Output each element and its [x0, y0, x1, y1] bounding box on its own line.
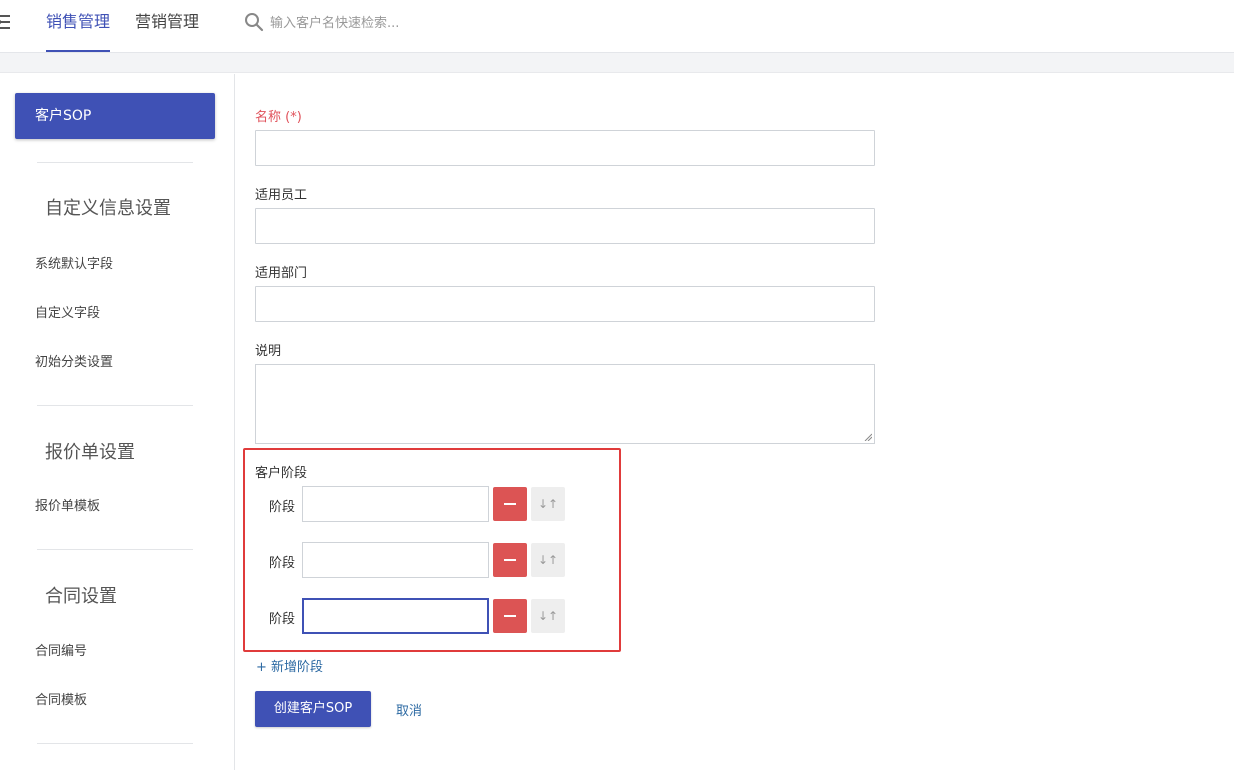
top-navbar: 销售管理 营销管理: [0, 0, 1234, 53]
sidebar-divider: [37, 743, 193, 744]
search-icon: [245, 13, 264, 32]
staff-input[interactable]: [255, 208, 875, 244]
minus-icon: [504, 615, 516, 617]
name-label: 名称 (*): [255, 110, 302, 125]
staff-label: 适用员工: [255, 188, 308, 203]
description-label: 说明: [255, 344, 282, 359]
sidebar-item-contract-number[interactable]: 合同编号: [35, 640, 87, 659]
tab-sales-management[interactable]: 销售管理: [46, 0, 110, 52]
content-header-band: [0, 53, 1234, 73]
description-textarea[interactable]: [255, 364, 875, 444]
name-input[interactable]: [255, 130, 875, 166]
stage-input-3[interactable]: [302, 598, 489, 634]
resize-grip-icon[interactable]: [864, 433, 872, 441]
sidebar-divider: [37, 405, 193, 406]
menu-toggle-icon[interactable]: [0, 14, 14, 30]
sidebar-divider: [37, 549, 193, 550]
sidebar-heading-quotation: 报价单设置: [45, 442, 135, 463]
customer-search-input[interactable]: [270, 10, 530, 36]
sort-icon: ↓↑: [537, 609, 559, 623]
remove-stage-button[interactable]: [493, 599, 527, 633]
minus-icon: [504, 559, 516, 561]
sidebar-item-contract-template[interactable]: 合同模板: [35, 689, 87, 708]
sort-icon: ↓↑: [537, 553, 559, 567]
sidebar-item-quotation-template[interactable]: 报价单模板: [35, 495, 100, 514]
sidebar-item-custom-fields[interactable]: 自定义字段: [35, 302, 100, 321]
tab-marketing-management[interactable]: 营销管理: [135, 0, 201, 52]
remove-stage-button[interactable]: [493, 487, 527, 521]
sidebar-heading-custom-info: 自定义信息设置: [45, 198, 171, 219]
cancel-link[interactable]: 取消: [396, 700, 422, 719]
sidebar-divider: [37, 162, 193, 163]
settings-sidebar: 客户SOP 自定义信息设置 系统默认字段 自定义字段 初始分类设置 报价单设置 …: [0, 74, 235, 770]
sidebar-item-customer-sop[interactable]: 客户SOP: [15, 93, 215, 139]
sort-stage-button[interactable]: ↓↑: [531, 599, 565, 633]
stage-label: 阶段: [269, 612, 296, 627]
sort-icon: ↓↑: [537, 497, 559, 511]
sort-stage-button[interactable]: ↓↑: [531, 487, 565, 521]
department-label: 适用部门: [255, 266, 308, 281]
stage-input-1[interactable]: [302, 486, 489, 522]
sort-stage-button[interactable]: ↓↑: [531, 543, 565, 577]
sidebar-item-initial-category[interactable]: 初始分类设置: [35, 351, 113, 370]
customer-stages-title: 客户阶段: [255, 466, 308, 481]
sidebar-heading-contract: 合同设置: [45, 586, 117, 607]
stage-label: 阶段: [269, 556, 296, 571]
add-stage-link[interactable]: + 新增阶段: [256, 656, 323, 675]
remove-stage-button[interactable]: [493, 543, 527, 577]
stage-input-2[interactable]: [302, 542, 489, 578]
create-customer-sop-button[interactable]: 创建客户SOP: [255, 691, 371, 727]
sidebar-item-default-fields[interactable]: 系统默认字段: [35, 253, 113, 272]
minus-icon: [504, 503, 516, 505]
department-input[interactable]: [255, 286, 875, 322]
stage-label: 阶段: [269, 500, 296, 515]
